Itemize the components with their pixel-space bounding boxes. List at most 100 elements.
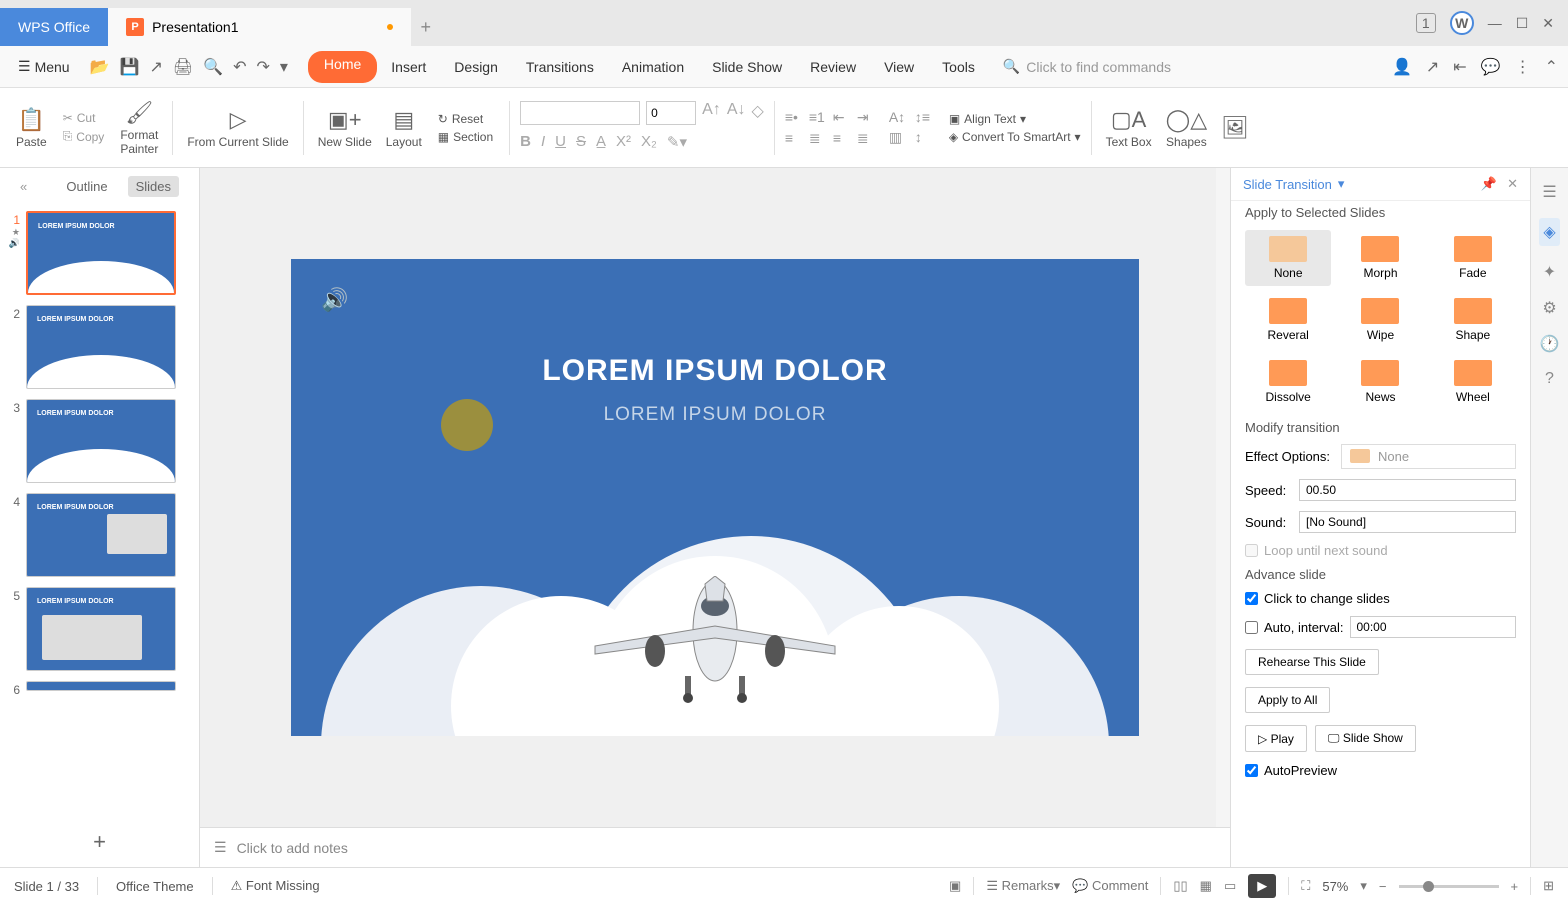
- transition-fade[interactable]: Fade: [1430, 230, 1516, 286]
- underline-button[interactable]: U: [555, 133, 566, 151]
- slide-subtitle[interactable]: LOREM IPSUM DOLOR: [291, 404, 1139, 426]
- decrease-font-icon[interactable]: A↓: [727, 101, 746, 125]
- notes-input[interactable]: ☰ Click to add notes: [200, 827, 1230, 867]
- increase-indent-button[interactable]: ⇥: [857, 109, 877, 126]
- picture-button[interactable]: 🖼: [1217, 115, 1253, 141]
- help-side-icon[interactable]: ?: [1545, 370, 1554, 388]
- tab-transitions[interactable]: Transitions: [512, 51, 608, 83]
- tab-insert[interactable]: Insert: [377, 51, 440, 83]
- transition-none[interactable]: None: [1245, 230, 1331, 286]
- thumb-row[interactable]: 4 LOREM IPSUM DOLOR: [6, 493, 193, 577]
- tab-tools[interactable]: Tools: [928, 51, 989, 83]
- maximize-button[interactable]: ☐: [1516, 15, 1529, 32]
- thumb-row[interactable]: 6: [6, 681, 193, 697]
- share-icon[interactable]: ↗: [1426, 57, 1439, 77]
- convert-smartart-button[interactable]: ◈ Convert To SmartArt▾: [949, 130, 1081, 144]
- align-center-button[interactable]: ≣: [809, 130, 829, 147]
- reading-view-icon[interactable]: ▭: [1224, 878, 1236, 894]
- transition-morph[interactable]: Morph: [1337, 230, 1423, 286]
- format-painter-button[interactable]: 🖌 Format Painter: [116, 100, 162, 156]
- columns-button[interactable]: ▥: [889, 129, 911, 146]
- transition-reveral[interactable]: Reveral: [1245, 292, 1331, 348]
- transition-wheel[interactable]: Wheel: [1430, 354, 1516, 410]
- slide-counter[interactable]: Slide 1 / 33: [14, 879, 79, 894]
- font-size-input[interactable]: [646, 101, 696, 125]
- wps-logo-icon[interactable]: W: [1450, 11, 1474, 35]
- font-name-input[interactable]: [520, 101, 640, 125]
- transition-shape[interactable]: Shape: [1430, 292, 1516, 348]
- highlight-button[interactable]: ✎▾: [667, 133, 687, 151]
- slide-thumbnail-1[interactable]: LOREM IPSUM DOLOR: [26, 211, 176, 295]
- user-icon[interactable]: 👤: [1392, 57, 1412, 77]
- tab-review[interactable]: Review: [796, 51, 870, 83]
- copy-button[interactable]: ⎘ Copy: [63, 129, 105, 144]
- fit-page-icon[interactable]: ⛶: [1301, 878, 1310, 894]
- thumb-row[interactable]: 3 LOREM IPSUM DOLOR: [6, 399, 193, 483]
- vertical-scrollbar[interactable]: [1216, 168, 1230, 827]
- clear-format-icon[interactable]: ◇: [752, 101, 764, 125]
- add-slide-button[interactable]: +: [0, 817, 199, 867]
- tab-view[interactable]: View: [870, 51, 928, 83]
- redo-icon[interactable]: ↷: [256, 57, 269, 77]
- sound-select[interactable]: [1299, 511, 1516, 533]
- tab-animation[interactable]: Animation: [608, 51, 698, 83]
- print-icon[interactable]: 🖨: [173, 57, 193, 77]
- thumb-row[interactable]: 2 LOREM IPSUM DOLOR: [6, 305, 193, 389]
- transition-news[interactable]: News: [1337, 354, 1423, 410]
- auto-interval-input[interactable]: [1350, 616, 1517, 638]
- slide-thumbnail-5[interactable]: LOREM IPSUM DOLOR: [26, 587, 176, 671]
- slideshow-button[interactable]: 🖵 Slide Show: [1315, 725, 1416, 752]
- remarks-button[interactable]: ☰ Remarks▾: [986, 878, 1060, 894]
- command-search[interactable]: 🔍 Click to find commands: [1003, 58, 1171, 75]
- loop-checkbox[interactable]: [1245, 544, 1258, 557]
- subscript-button[interactable]: X₂: [641, 133, 657, 151]
- slide-thumbnail-2[interactable]: LOREM IPSUM DOLOR: [26, 305, 176, 389]
- open-icon[interactable]: 📂: [90, 57, 110, 77]
- close-button[interactable]: ✕: [1542, 15, 1554, 32]
- export-icon[interactable]: ↗: [149, 57, 162, 77]
- fit-icon[interactable]: ▣: [949, 878, 961, 894]
- pin-panel-icon[interactable]: 📌: [1481, 176, 1497, 192]
- save-icon[interactable]: 💾: [120, 57, 140, 77]
- line-spacing-button[interactable]: ↕≡: [915, 109, 937, 125]
- rehearse-button[interactable]: Rehearse This Slide: [1245, 649, 1379, 675]
- undo-icon[interactable]: ↶: [233, 57, 246, 77]
- numbering-button[interactable]: ≡1: [809, 109, 829, 126]
- comments-icon[interactable]: 💬: [1481, 57, 1501, 77]
- section-button[interactable]: ▦ Section: [438, 130, 493, 144]
- apply-all-button[interactable]: Apply to All: [1245, 687, 1330, 713]
- transition-dissolve[interactable]: Dissolve: [1245, 354, 1331, 410]
- effect-options-select[interactable]: None: [1341, 444, 1516, 469]
- from-current-slide-button[interactable]: ▷ From Current Slide: [183, 107, 292, 149]
- transition-wipe[interactable]: Wipe: [1337, 292, 1423, 348]
- decrease-indent-button[interactable]: ⇤: [833, 109, 853, 126]
- increase-font-icon[interactable]: A↑: [702, 101, 721, 125]
- thumb-row[interactable]: 5 LOREM IPSUM DOLOR: [6, 587, 193, 671]
- auto-advance-checkbox[interactable]: [1245, 621, 1258, 634]
- normal-view-icon[interactable]: ▯▯: [1173, 878, 1187, 894]
- shapes-button[interactable]: ◯△ Shapes: [1162, 107, 1212, 149]
- tab-design[interactable]: Design: [440, 51, 512, 83]
- play-transition-button[interactable]: ▷ Play: [1245, 725, 1307, 752]
- slide-thumbnail-3[interactable]: LOREM IPSUM DOLOR: [26, 399, 176, 483]
- more-icon[interactable]: ⋮: [1515, 57, 1531, 77]
- window-count-badge[interactable]: 1: [1416, 13, 1436, 33]
- outline-tab[interactable]: Outline: [58, 176, 115, 197]
- history-side-icon[interactable]: 🕐: [1540, 334, 1560, 354]
- new-slide-button[interactable]: ▣+ New Slide: [314, 107, 376, 149]
- settings-side-icon[interactable]: ⚙: [1542, 298, 1556, 318]
- reset-button[interactable]: ↻ Reset: [438, 112, 493, 126]
- slide-title[interactable]: LOREM IPSUM DOLOR: [291, 354, 1139, 388]
- theme-name[interactable]: Office Theme: [116, 879, 194, 894]
- text-box-button[interactable]: ▢A Text Box: [1102, 107, 1156, 149]
- autopreview-checkbox[interactable]: [1245, 764, 1258, 777]
- tab-home[interactable]: Home: [308, 51, 377, 83]
- superscript-button[interactable]: X²: [616, 133, 631, 151]
- font-missing-warning[interactable]: ⚠ Font Missing: [231, 878, 320, 894]
- qat-dropdown-icon[interactable]: ▾: [280, 57, 288, 77]
- zoom-value[interactable]: 57%: [1322, 879, 1348, 894]
- app-tab[interactable]: WPS Office: [0, 8, 108, 46]
- slides-tab[interactable]: Slides: [128, 176, 179, 197]
- align-right-button[interactable]: ≡: [833, 130, 853, 147]
- transition-side-icon[interactable]: ◈: [1539, 218, 1559, 246]
